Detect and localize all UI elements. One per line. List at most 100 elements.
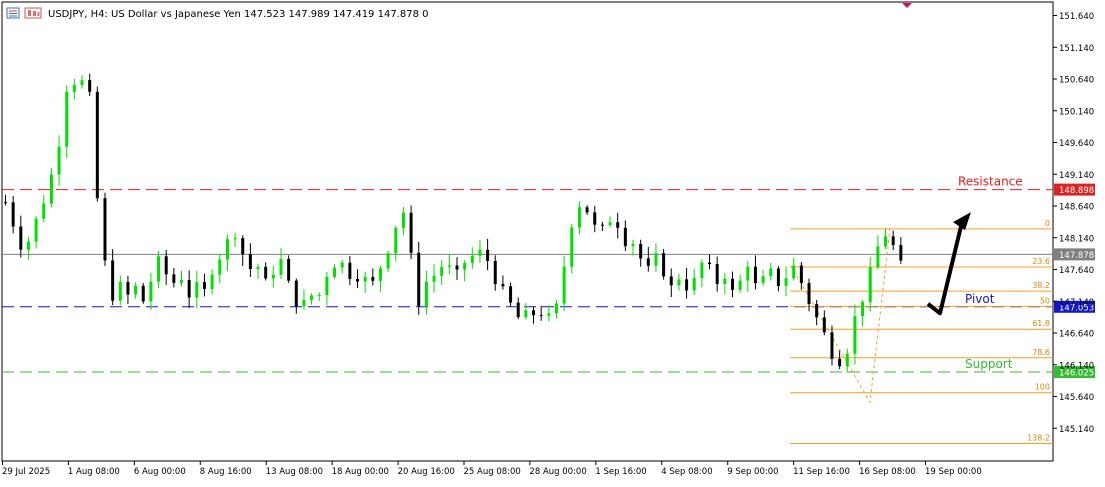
bear-candle	[417, 252, 421, 307]
price-chart[interactable]: Resistance148.898Pivot147.053Support146.…	[0, 0, 1105, 483]
bull-candle	[118, 281, 122, 301]
price-tick-label: 146.140	[1059, 361, 1094, 371]
bear-candle	[662, 253, 666, 277]
time-tick-label: 18 Aug 00:00	[332, 467, 389, 477]
bear-candle	[111, 260, 115, 301]
bull-candle	[723, 278, 727, 285]
bear-candle	[516, 302, 520, 318]
chart-window-icon[interactable]	[6, 7, 20, 19]
chart-background	[0, 0, 1105, 483]
bull-candle	[149, 281, 153, 302]
bull-candle	[432, 275, 436, 282]
bear-candle	[815, 304, 819, 318]
bear-candle	[202, 282, 206, 289]
bear-candle	[126, 281, 130, 295]
bear-candle	[11, 202, 15, 227]
bear-candle	[753, 266, 757, 284]
time-tick-label: 8 Aug 16:00	[200, 467, 252, 477]
fib-level-label: 50	[1040, 296, 1050, 305]
bull-candle	[65, 91, 69, 147]
bear-candle	[241, 238, 245, 255]
bull-candle	[218, 259, 222, 275]
bear-candle	[88, 80, 92, 92]
bull-candle	[884, 236, 888, 247]
price-tick-label: 148.640	[1059, 203, 1094, 213]
bear-candle	[669, 276, 673, 286]
bull-candle	[256, 266, 260, 270]
fib-level-label: 61.8	[1032, 319, 1050, 328]
price-tick-label: 150.140	[1059, 107, 1094, 117]
bear-candle	[501, 284, 505, 287]
bear-candle	[646, 258, 650, 266]
bull-candle	[554, 303, 558, 314]
time-tick-label: 13 Aug 08:00	[266, 467, 323, 477]
bull-candle	[746, 266, 750, 281]
bull-candle	[57, 146, 61, 175]
bull-candle	[42, 203, 46, 219]
bear-candle	[822, 317, 826, 333]
symbol-header: USDJPY, H4: US Dollar vs Japanese Yen 14…	[48, 9, 429, 20]
bull-candle	[195, 282, 199, 298]
bear-candle	[708, 262, 712, 265]
price-tick-label: 149.640	[1059, 139, 1094, 149]
bull-candle	[49, 174, 53, 204]
bear-candle	[19, 226, 23, 250]
time-tick-label: 28 Aug 00:00	[529, 467, 586, 477]
bull-candle	[769, 268, 773, 277]
bear-candle	[4, 202, 7, 204]
bull-candle	[524, 310, 528, 318]
bull-candle	[478, 249, 482, 256]
fib-level-label: 138.2	[1027, 433, 1050, 442]
bull-candle	[394, 227, 398, 254]
bear-candle	[593, 212, 597, 225]
bull-candle	[547, 313, 551, 316]
bear-candle	[356, 278, 360, 282]
bull-candle	[80, 80, 84, 86]
bull-candle	[853, 316, 857, 354]
bull-candle	[271, 274, 275, 279]
fib-level-label: 0	[1045, 219, 1050, 228]
bear-candle	[539, 315, 543, 317]
bull-candle	[180, 280, 184, 283]
support-label: Support	[965, 357, 1013, 371]
bear-candle	[715, 264, 719, 285]
bull-candle	[677, 279, 681, 286]
bull-candle	[363, 276, 367, 282]
bull-candle	[302, 300, 306, 307]
fib-level-label: 100	[1035, 383, 1050, 392]
time-tick-label: 4 Sep 08:00	[661, 467, 712, 477]
bear-candle	[509, 286, 513, 303]
bull-candle	[279, 258, 283, 275]
bull-candle	[424, 281, 428, 307]
bull-candle	[233, 238, 237, 240]
bear-candle	[95, 91, 99, 199]
time-tick-label: 16 Sep 08:00	[859, 467, 916, 477]
bull-candle	[325, 276, 329, 296]
bear-candle	[141, 285, 145, 302]
fib-level-label: 78.6	[1032, 348, 1050, 357]
bull-candle	[340, 262, 344, 268]
bull-candle	[692, 278, 696, 291]
current-price-value: 147.878	[1059, 251, 1094, 261]
bull-candle	[463, 262, 467, 270]
bull-candle	[440, 266, 444, 276]
pivot-label: Pivot	[965, 292, 995, 306]
bear-candle	[455, 265, 459, 270]
bull-candle	[310, 295, 314, 301]
bull-candle	[447, 265, 451, 267]
bull-candle	[784, 278, 788, 286]
time-tick-label: 6 Aug 00:00	[134, 467, 186, 477]
bear-candle	[799, 265, 803, 284]
bear-candle	[348, 262, 352, 279]
bear-candle	[639, 243, 643, 259]
bear-candle	[730, 278, 734, 290]
bear-candle	[248, 254, 252, 270]
fib-level-label: 23.6	[1032, 257, 1050, 266]
time-tick-label: 11 Sep 16:00	[793, 467, 850, 477]
price-tick-label: 149.140	[1059, 171, 1094, 181]
bull-candle	[792, 265, 796, 279]
bull-candle	[700, 262, 704, 279]
chart-type-icon[interactable]	[24, 7, 42, 19]
bull-candle	[134, 285, 138, 295]
bear-candle	[623, 227, 627, 247]
